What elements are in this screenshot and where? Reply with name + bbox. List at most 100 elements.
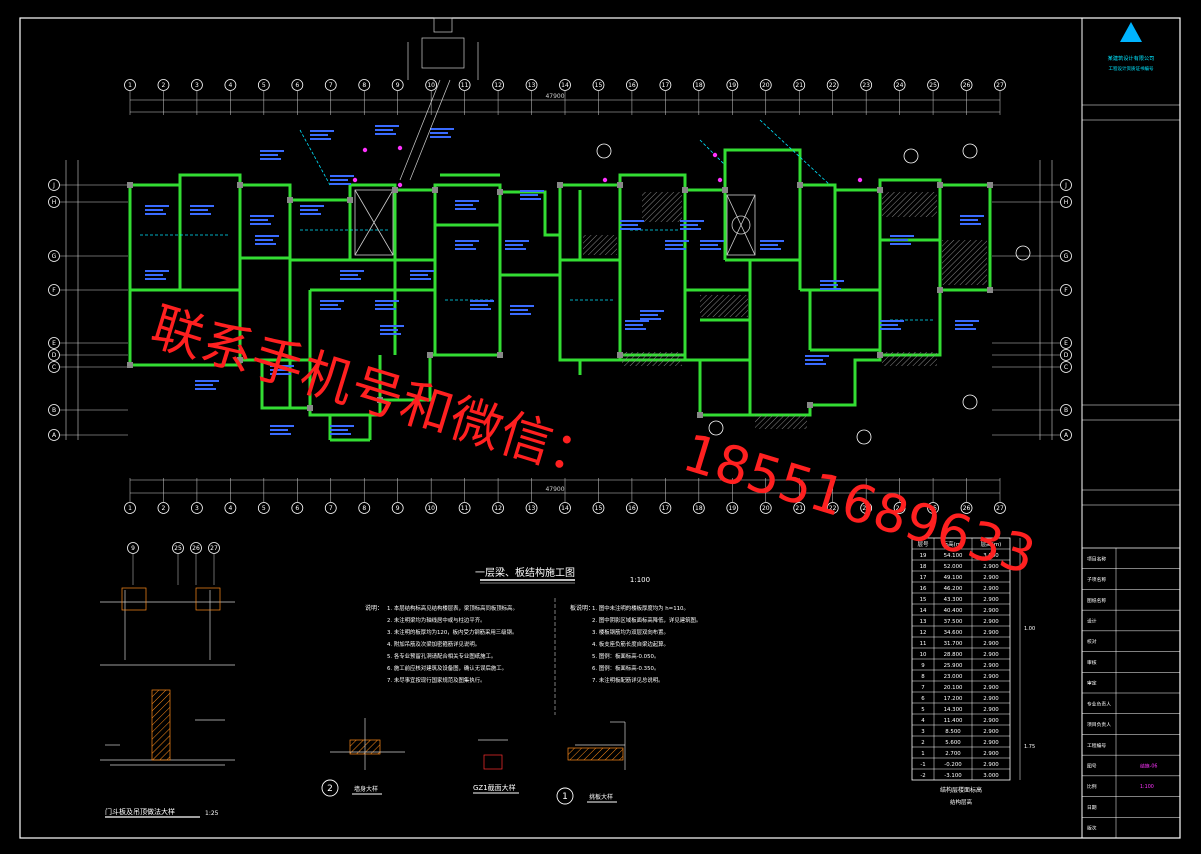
notes-left-line: 1. 本层结构标高见结构楼层表，梁顶标高同板顶标高。 <box>387 604 518 612</box>
grid-bottom-9: 9 <box>396 505 400 512</box>
grid-top-18: 18 <box>695 82 703 89</box>
title-block-label: 项目名称 <box>1087 555 1106 562</box>
grid-top-9: 9 <box>396 82 400 89</box>
notes-right-line: 2. 图中阴影区域板面标高降低，详见建筑图。 <box>592 616 701 624</box>
table-cell: 2 <box>921 740 924 746</box>
table-side-label-1: 1.00 <box>1024 626 1035 632</box>
grid-top-12: 12 <box>494 82 502 89</box>
table-cell: 8.500 <box>945 729 961 735</box>
grid-bubbles-left: J H G F EDC B A <box>48 179 128 441</box>
table-cell: 6 <box>921 696 925 702</box>
title-block-label: 图纸名称 <box>1087 597 1106 604</box>
title-block-value: 1:100 <box>1140 784 1154 790</box>
title-block-label: 校对 <box>1087 638 1097 645</box>
detail-left-grid-bubbles: 9 25 26 27 <box>127 542 220 585</box>
table-cell: 2.900 <box>983 729 999 735</box>
title-block-value: 结施-06 <box>1140 763 1157 770</box>
detail-left-scale: 1:25 <box>205 810 219 817</box>
grid-right-F: F <box>1064 287 1068 294</box>
grid-top-2: 2 <box>162 82 166 89</box>
detail-grid-27: 27 <box>210 545 218 552</box>
notes-right-line: 5. 图例：板面标高-0.050。 <box>592 652 659 660</box>
grid-top-21: 21 <box>795 82 803 89</box>
table-cell: 3 <box>921 729 924 735</box>
floor-plan-walls <box>128 148 992 442</box>
table-cell: 11.400 <box>944 718 963 724</box>
title-block-label: 项目负责人 <box>1087 721 1111 728</box>
grid-bottom-13: 13 <box>528 505 536 512</box>
small-details <box>330 718 626 770</box>
detail-grid-26: 26 <box>192 545 200 552</box>
detail-left-label: 门斗板及吊顶做法大样 <box>105 807 175 816</box>
grid-bubbles-right: J H G F EDC B A <box>992 179 1072 441</box>
notes-right-line: 6. 图例：板面标高-0.350。 <box>592 664 659 672</box>
table-cell: 2.900 <box>983 685 999 691</box>
detail-label-2: 挑板大样 <box>589 793 613 801</box>
table-cell: 2.900 <box>983 641 999 647</box>
grid-bottom-14: 14 <box>561 505 569 512</box>
grid-left-B: B <box>52 407 56 414</box>
table-cell: 2.900 <box>983 652 999 658</box>
table-cell: 2.900 <box>983 762 999 768</box>
grid-top-23: 23 <box>862 82 870 89</box>
table-cell: 11 <box>920 641 927 647</box>
notes-left: 说明： 1. 本层结构标高见结构楼层表，梁顶标高同板顶标高。 2. 未注明梁均为轴线… <box>365 604 518 684</box>
grid-top-13: 13 <box>528 82 536 89</box>
grid-right-G: G <box>1064 253 1069 260</box>
cad-drawing-canvas: 47900 47900 1 2 3 4 5 6 7 8 9 10 11 12 13 14 15 16 17 18 1… <box>0 0 1201 850</box>
grid-bottom-18: 18 <box>695 505 703 512</box>
table-cell: 15 <box>920 597 927 603</box>
title-block-label: 子项名称 <box>1087 576 1106 583</box>
grid-top-25: 25 <box>929 82 937 89</box>
grid-right-C: C <box>1064 364 1068 371</box>
table-cell: 18 <box>920 564 927 570</box>
title-block-frame <box>1081 17 1181 839</box>
grid-left-D: D <box>52 352 57 359</box>
grid-bottom-7: 7 <box>329 505 333 512</box>
grid-top-22: 22 <box>829 82 837 89</box>
cad-drawing: 47900 47900 1 2 3 4 5 6 7 8 9 10 11 12 13 14 15 16 17 18 1… <box>19 17 1181 839</box>
grid-top-8: 8 <box>362 82 366 89</box>
grid-bottom-4: 4 <box>228 505 232 512</box>
title-block-label: 设计 <box>1087 618 1097 625</box>
grid-bottom-10: 10 <box>427 505 435 512</box>
notes-left-head: 说明： <box>365 604 383 612</box>
table-cell: 28.800 <box>944 652 963 658</box>
grid-left-C: C <box>52 364 56 371</box>
grid-bottom-8: 8 <box>362 505 366 512</box>
table-cell: 17 <box>920 575 927 581</box>
table-cell: 9 <box>921 663 925 669</box>
table-cell: 10 <box>920 652 927 658</box>
company-name: 某建筑设计有限公司 <box>1108 54 1155 62</box>
title-block-label: 日期 <box>1087 805 1097 811</box>
notes-left-line: 4. 附加吊筋及次梁加密箍筋详见说明。 <box>387 640 480 648</box>
table-cell: 8 <box>921 674 925 680</box>
table-caption2: 结构层高 <box>950 798 973 806</box>
grid-bottom-12: 12 <box>494 505 502 512</box>
grid-right-B: B <box>1064 407 1068 414</box>
grid-top-3: 3 <box>195 82 199 89</box>
grid-top-14: 14 <box>561 82 569 89</box>
table-cell: 3.000 <box>983 773 999 779</box>
grid-top-1: 1 <box>128 82 132 89</box>
grid-right-J: J <box>1064 182 1067 189</box>
table-cell: 34.600 <box>944 630 963 636</box>
title-block: 某建筑设计有限公司工程设计资质证书编号项目名称子项名称图纸名称设计校对审核审定专… <box>1082 22 1180 838</box>
table-cell: 1 <box>921 751 924 757</box>
outer-frame <box>19 17 1181 839</box>
notes-left-line: 6. 施工前应核对建筑及设备图，确认无误后施工。 <box>387 664 507 672</box>
table-cell: 2.900 <box>983 674 999 680</box>
grid-top-27: 27 <box>996 82 1004 89</box>
grid-left-H: H <box>52 199 57 206</box>
title-block-label: 审核 <box>1087 659 1097 666</box>
table-cell: 2.700 <box>945 751 961 757</box>
grid-bottom-1: 1 <box>128 505 132 512</box>
grid-left-A: A <box>52 432 57 439</box>
section-symbols <box>596 143 1031 445</box>
table-cell: 17.200 <box>944 696 963 702</box>
grid-bottom-15: 15 <box>595 505 603 512</box>
grid-right-A: A <box>1064 432 1069 439</box>
table-cell: 16 <box>920 586 927 592</box>
table-cell: 23.000 <box>944 674 963 680</box>
grid-top-4: 4 <box>228 82 232 89</box>
